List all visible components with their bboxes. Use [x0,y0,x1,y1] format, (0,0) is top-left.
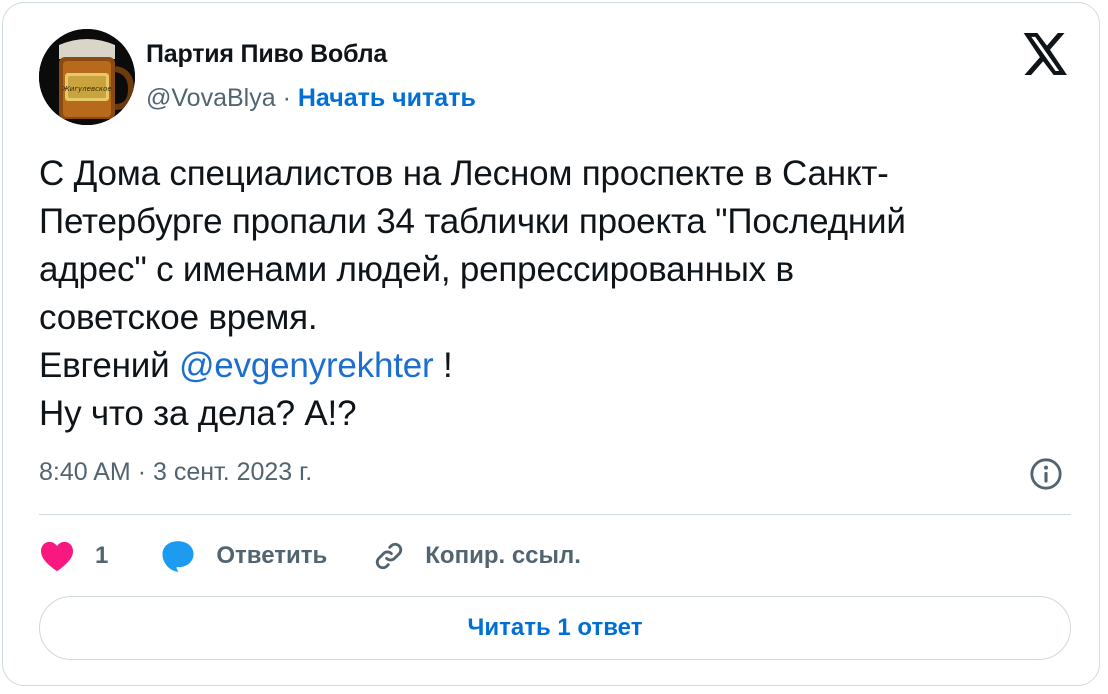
author-display-name[interactable]: Партия Пиво Вобла [146,40,387,69]
author-handle[interactable]: @VovaBlya [146,84,276,112]
read-replies-label: Читать 1 ответ [467,614,643,641]
mention-link[interactable]: @evgenyrekhter [179,346,434,385]
x-logo-icon[interactable] [1023,33,1069,75]
tweet-line: Ну что за дела? А!? [39,394,357,433]
like-count: 1 [95,542,109,569]
like-button[interactable]: 1 [39,540,108,572]
avatar[interactable]: Жигулевское [39,29,135,125]
read-replies-button[interactable]: Читать 1 ответ [39,596,1071,660]
tweet-line: С Дома специалистов на Лесном проспекте … [39,154,889,193]
reply-button[interactable]: Ответить [160,539,327,573]
handle-separator: · [282,84,291,112]
tweet-card: Жигулевское Партия Пиво Вобла @VovaBlya … [2,2,1100,686]
tweet-line: советское время. [39,298,318,337]
tweet-text: С Дома специалистов на Лесном проспекте … [39,150,1079,438]
action-bar: 1 Ответить Копир. ссыл. [39,533,581,579]
tweet-date: 3 сент. 2023 г. [152,458,313,486]
mention-prefix: Евгений [39,346,170,385]
tweet-line: адрес" с именами людей, репрессированных… [39,250,794,289]
divider [39,514,1071,515]
link-icon [376,542,403,570]
author-handle-row: @VovaBlya · Начать читать [146,84,476,113]
tweet-time: 8:40 AM [39,458,131,486]
copy-link-label: Копир. ссыл. [425,542,581,569]
copy-link-button[interactable]: Копир. ссыл. [371,539,581,573]
reply-label: Ответить [216,542,328,569]
reply-bubble-icon [162,541,194,572]
tweet-mention-line: Евгений @evgenyrekhter ! [39,342,1079,390]
tweet-timestamp[interactable]: 8:40 AM · 3 сент. 2023 г. [39,458,312,487]
mention-suffix: ! [433,346,453,385]
avatar-label-text: Жигулевское [61,85,111,93]
meta-separator: · [137,458,147,486]
info-icon[interactable] [1029,457,1063,491]
beer-mug-icon: Жигулевское [39,29,135,125]
heart-icon [41,541,73,572]
follow-link[interactable]: Начать читать [298,84,476,112]
tweet-line: Петербурге пропали 34 таблички проекта "… [39,202,906,241]
